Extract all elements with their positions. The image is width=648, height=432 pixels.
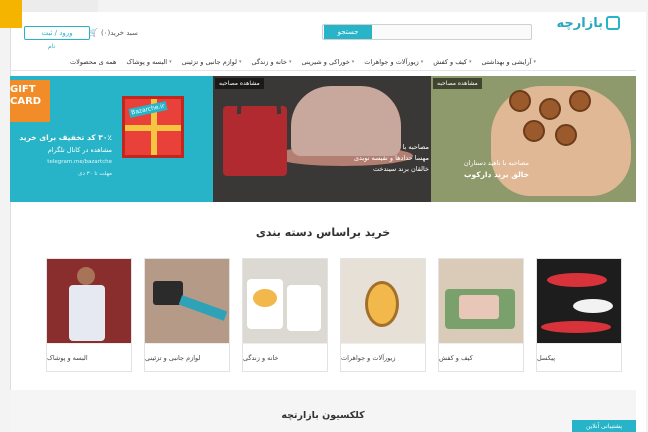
nut-image [523,120,545,142]
chevron-down-icon: ▾ [239,59,242,65]
gift-line-4: مهلت تا ۳۰ دی [78,171,112,177]
banner-gift-card[interactable]: GIFT CARD Bazarche.ir ۳۰٪ کد تخفیف برای … [10,76,213,202]
cart-link[interactable]: سبد خرید(۰) 🛒 [88,28,138,37]
nav-item-bags[interactable]: ▾ کیف و کفش [433,55,471,69]
chevron-down-icon: ▾ [288,59,292,65]
register-link[interactable]: نام [48,43,55,50]
category-card[interactable]: زیورآلات و جواهرات [340,258,426,372]
chat-button[interactable]: پشتیبانی آنلاین [572,420,636,432]
gift-banner-text: ۳۰٪ کد تخفیف برای خرید مشاهده در کانال ت… [12,132,112,180]
gift-box-label: Bazarche.ir [128,101,168,118]
category-card[interactable]: لوازم جانبی و تزئینی [144,258,230,372]
category-card[interactable]: البسه و پوشاک [46,258,132,372]
hat-line-3: خالقان برند سیندخت [373,165,429,173]
category-label: زیورآلات و جواهرات [341,343,425,371]
category-image [145,259,229,343]
category-card[interactable]: پیکسل [536,258,622,372]
nav-label: آرایشی و بهداشتی [481,58,532,66]
gift-card-label: GIFT CARD [10,80,50,122]
tote-bag-image [223,92,287,176]
category-image [47,259,131,343]
logo-mark-icon [606,16,620,30]
nav-item-clothing[interactable]: ▾ البسه و پوشاک [126,55,171,69]
nav-label: همه ی محصولات [70,58,117,66]
gift-line-1: ۳۰٪ کد تخفیف برای خرید [19,133,112,142]
chevron-down-icon: ▾ [420,59,424,65]
nav-item-accessories[interactable]: ▾ لوازم جانبی و تزئینی [182,55,242,69]
nut-image [569,90,591,112]
hat-line-1: مصاحبه با [402,143,429,151]
corner-marker [0,0,22,28]
cart-label: سبد خرید(۰) [100,28,138,37]
category-section-title: خرید براساس دسته بندی [255,226,391,239]
category-card[interactable]: کیف و کفش [438,258,524,372]
nav-item-food[interactable]: ▾ خوراکی و شیرینی [301,55,354,69]
chevron-down-icon: ▾ [533,59,536,65]
nav-label: البسه و پوشاک [126,58,168,66]
category-image [341,259,425,343]
nuts-line-1: مصاحبه با ناهید دستاران [463,159,529,167]
nav-label: کیف و کفش [433,58,468,66]
interview-tag[interactable]: مشاهده مصاحبه [215,78,264,89]
interview-tag[interactable]: مشاهده مصاحبه [433,78,482,89]
chevron-down-icon: ▾ [169,59,172,65]
hat-banner-text: مصاحبه با مهسا حدادها و نفیسه نوبدی خالق… [325,142,429,175]
nav-label: خوراکی و شیرینی [301,58,350,66]
category-nav: همه ی محصولات ▾ البسه و پوشاک ▾ لوازم جانب… [70,55,636,69]
category-label: کیف و کفش [439,343,523,371]
site-logo[interactable]: بازارچه [557,14,620,32]
chevron-down-icon: ▾ [469,59,472,65]
nut-image [509,90,531,112]
nav-label: خانه و زندگی [251,58,287,66]
chevron-down-icon: ▾ [351,59,355,65]
banner-interview-nuts[interactable]: مشاهده مصاحبه مصاحبه با ناهید دستاران خا… [431,76,636,202]
login-button[interactable]: ورود / ثبت [24,26,90,40]
nuts-line-2: خالق برند دارکوب [464,170,529,179]
nav-item-jewelry[interactable]: ▾ زیورآلات و جواهرات [364,55,423,69]
page: بازارچه جستجو سبد خرید(۰) 🛒 ورود / ثبت ن… [0,0,648,432]
category-image [537,259,621,343]
nav-item-home[interactable]: ▾ خانه و زندگی [252,55,292,69]
category-label: خانه و زندگی [243,343,327,371]
category-grid: پیکسل کیف و کفش زیورآلات و جواهرات خانه … [32,258,622,372]
search-button[interactable]: جستجو [324,25,372,39]
nut-image [555,124,577,146]
category-image [439,259,523,343]
nav-divider [10,70,636,71]
collection-title: کلکسیون بازارتچه [281,410,365,421]
gift-line-3: telegram.me/bazartche [47,159,112,165]
nuts-banner-text: مصاحبه با ناهید دستاران خالق برند دارکوب [433,158,529,180]
category-label: البسه و پوشاک [47,343,131,371]
banner-interview-hat[interactable]: مشاهده مصاحبه مصاحبه با مهسا حدادها و نف… [213,76,431,202]
logo-text: بازارچه [556,15,603,31]
gift-line-2: مشاهده در کانال تلگرام [47,146,112,154]
gift-box-icon: Bazarche.ir [122,96,184,158]
category-image [243,259,327,343]
category-card[interactable]: خانه و زندگی [242,258,328,372]
category-label: لوازم جانبی و تزئینی [145,343,229,371]
hat-line-2: مهسا حدادها و نفیسه نوبدی [353,154,429,162]
category-label: پیکسل [537,343,621,371]
nut-image [539,98,561,120]
nav-label: زیورآلات و جواهرات [364,58,419,66]
nav-label: لوازم جانبی و تزئینی [181,58,238,66]
nav-item-all[interactable]: همه ی محصولات [70,55,116,69]
nav-item-cosmetics[interactable]: ▾ آرایشی و بهداشتی [482,55,536,69]
